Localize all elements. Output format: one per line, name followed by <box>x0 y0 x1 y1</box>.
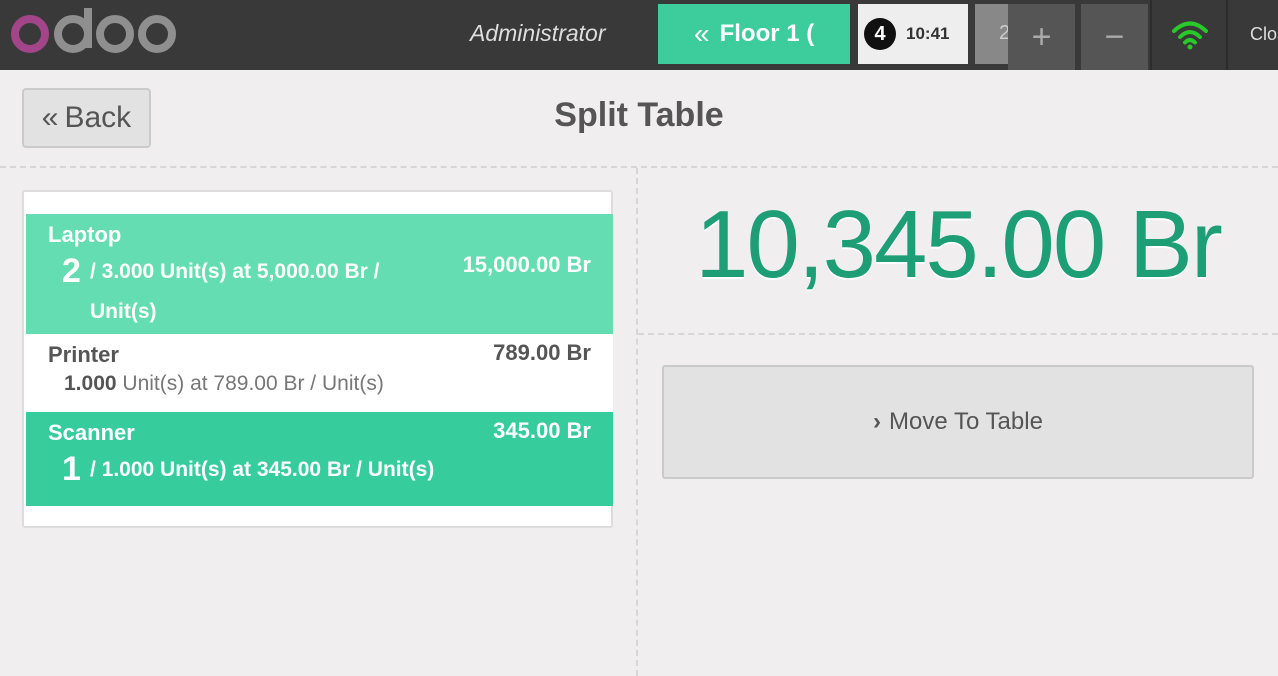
product-name: Printer <box>48 342 119 367</box>
wifi-icon[interactable] <box>1170 18 1210 52</box>
orderline-quantity: 1.000 <box>64 372 117 395</box>
product-name: Scanner <box>48 420 135 445</box>
orderline-unit-info: Unit(s) at 789.00 Br / Unit(s) <box>116 372 384 395</box>
orderline-price: 789.00 Br <box>493 340 591 365</box>
orderline[interactable]: Laptop 2 / 3.000 Unit(s) at 5,000.00 Br … <box>26 214 613 334</box>
cashier-name[interactable]: Administrator <box>470 20 605 47</box>
orderline[interactable]: Scanner 1 / 1.000 Unit(s) at 345.00 Br /… <box>26 412 613 506</box>
move-to-table-label: Move To Table <box>889 408 1043 435</box>
remove-order-button[interactable]: − <box>1081 4 1148 70</box>
split-total: 10,345.00 Br <box>695 191 1223 298</box>
order-tab[interactable]: 4 10:41 <box>858 4 968 64</box>
plus-icon: + <box>1031 17 1052 56</box>
floor-button-label: Floor 1 ( <box>719 20 815 47</box>
orderline-info: 1.000 Unit(s) at 789.00 Br / Unit(s) <box>64 372 564 396</box>
close-button[interactable]: Close <box>1250 24 1278 45</box>
topbar-divider <box>1226 0 1228 70</box>
odoo-logo <box>11 8 176 53</box>
chevron-right-icon: › <box>873 408 882 435</box>
order-tab-partial[interactable]: 2 <box>975 4 1010 64</box>
order-count-badge: 4 <box>864 18 896 50</box>
page-title: Split Table <box>554 96 724 134</box>
topbar-divider <box>1150 0 1152 70</box>
orderline-price: 15,000.00 Br <box>462 252 591 277</box>
double-chevron-left-icon: « <box>694 18 710 49</box>
floor-button[interactable]: « Floor 1 ( <box>658 4 850 64</box>
orderline[interactable]: Printer 1.000 Unit(s) at 789.00 Br / Uni… <box>26 334 613 412</box>
orderline-info: / 1.000 Unit(s) at 345.00 Br / Unit(s) <box>90 458 435 481</box>
add-order-button[interactable]: + <box>1008 4 1075 70</box>
split-quantity: 1 <box>62 450 81 488</box>
orderline-info: / 3.000 Unit(s) at 5,000.00 Br / Unit(s) <box>90 260 380 323</box>
split-header: « Back Split Table <box>0 70 1278 168</box>
orderlines-panel: Laptop 2 / 3.000 Unit(s) at 5,000.00 Br … <box>22 190 613 528</box>
order-time: 10:41 <box>906 24 950 43</box>
orderline-price: 345.00 Br <box>493 418 591 443</box>
split-quantity: 2 <box>62 252 81 290</box>
product-name: Laptop <box>48 222 122 247</box>
total-divider <box>638 333 1278 335</box>
move-to-table-button[interactable]: › Move To Table <box>662 365 1254 479</box>
minus-icon: − <box>1104 17 1125 56</box>
top-bar: Administrator « Floor 1 ( 4 10:41 2 + − … <box>0 0 1278 70</box>
